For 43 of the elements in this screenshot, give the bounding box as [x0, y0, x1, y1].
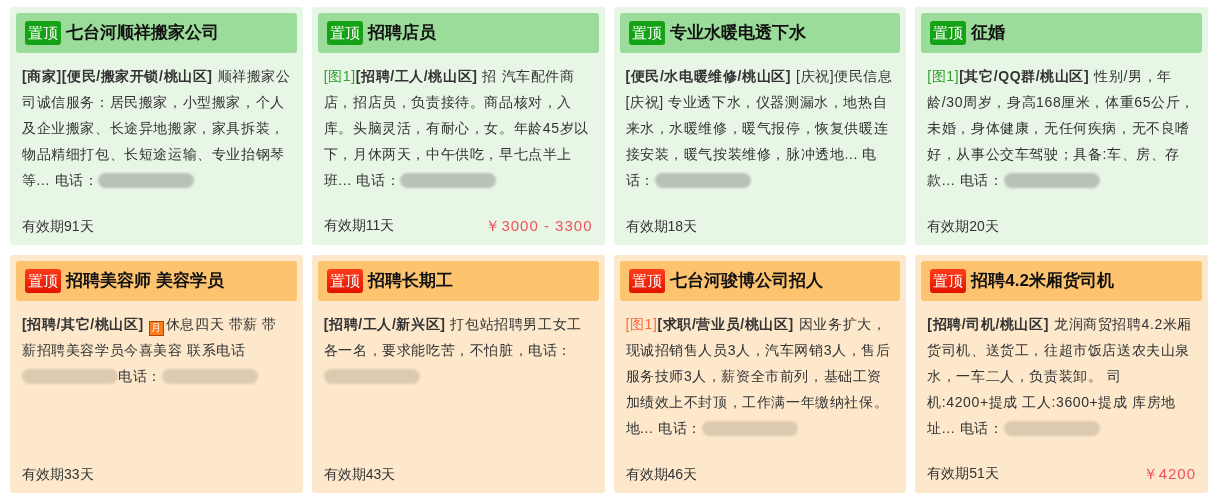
listing-description: [招聘/司机/桃山区] 龙润商贸招聘4.2米厢货司机、送货工，往超市饭店送农夫山泉水，一车二人，负责装卸。 司机:4200+提成 工人:3600+提成 库房地址... 电话：: [926, 315, 1194, 438]
listing-title[interactable]: 七台河顺祥搬家公司: [66, 20, 219, 46]
validity-text: 有效期11天: [323, 216, 395, 236]
listing-title[interactable]: 专业水暖电透下水: [669, 20, 806, 46]
listing-description: [图1][招聘/工人/桃山区] 招 汽车配件商店，招店员，负责接待。商品核对，入库。头脑灵活，有耐心，女。年龄45岁以下，月休两天，中午供吃，早七点半上班... 电话：: [322, 67, 590, 190]
salary-text: ￥4200: [1142, 463, 1196, 484]
listing-card[interactable]: 置顶 七台河骏博公司招人 [图1][求职/营业员/桃山区] 因业务扩大，现诚招销售人员3人，汽车网销3人，售后服务技师3人，薪资全市前列，基础工资加绩效上不封顶，工作满一年缴纳社保。地... 电话： 有效期46天: [613, 255, 907, 493]
pinned-badge: 置顶: [930, 269, 967, 293]
pinned-badge: 置顶: [628, 269, 665, 293]
listing-title[interactable]: 招聘美容师 美容学员: [66, 268, 224, 294]
pinned-badge: 置顶: [25, 269, 61, 293]
calendar-icon: 月: [148, 320, 164, 336]
validity-text: 有效期43天: [323, 465, 396, 484]
listing-card[interactable]: 置顶 征婚 [图1][其它/QQ群/桃山区] 性别/男，年龄/30周岁，身高168厘米，体重65公斤，未婚，身体健康，无任何疾病，无不良嗜好，从事公交车驾驶；具备:车、房、存款... 电话： 有效期20天: [915, 7, 1208, 245]
validity-text: 有效期18天: [625, 217, 698, 236]
listing-card[interactable]: 置顶 七台河顺祥搬家公司 [商家][便民/搬家开锁/桃山区] 顺祥搬家公司诚信服务：居民搬家，小型搬家，个人及企业搬家、长途异地搬家，家具拆装，物品精细打包、长短途运输、专业抬钢琴等... 电话： 有效期91天: [10, 7, 303, 245]
listing-description: [图1][其它/QQ群/桃山区] 性别/男，年龄/30周岁，身高168厘米，体重65公斤，未婚，身体健康，无任何疾病，无不良嗜好，从事公交车驾驶；具备:车、房、存款... 电话：: [926, 67, 1196, 190]
listing-description: [招聘/工人/新兴区] 打包站招聘男工女工各一名，要求能吃苦，不怕脏，电话：: [317, 301, 599, 389]
listing-title[interactable]: 招聘4.2米厢货司机: [971, 268, 1114, 294]
listing-card[interactable]: 置顶 专业水暖电透下水 [便民/水电暖维修/桃山区] [庆祝]便民信息[庆祝] 专业透下水，仪器测漏水，地热自来水，水暖维修，暖气报停，恢复供暖连接安装，暖气按装维修，脉冲透地... 电话： 有效期18天: [613, 7, 907, 245]
listing-title[interactable]: 征婚: [971, 20, 1006, 46]
listing-description: [招聘/其它/桃山区] 月 休息四天 带薪 带薪招聘美容学员今喜美容 联系电话 电话：: [21, 315, 278, 386]
salary-text: ￥3000 - 3300: [485, 215, 593, 236]
pinned-badge: 置顶: [930, 21, 967, 45]
pinned-badge: 置顶: [326, 21, 363, 45]
pinned-badge: 置顶: [25, 21, 61, 45]
validity-text: 有效期91天: [22, 217, 94, 236]
listing-card[interactable]: 置顶 招聘4.2米厢货司机 [招聘/司机/桃山区] 龙润商贸招聘4.2米厢货司机、送货工，往超市饭店送农夫山泉水，一车二人，负责装卸。 司机:4200+提成 工人:3600+提成 库房地址... 电话： 有效期51天 ￥4200: [915, 255, 1208, 493]
listing-description: [商家][便民/搬家开锁/桃山区] 顺祥搬家公司诚信服务：居民搬家，小型搬家，个人及企业搬家、长途异地搬家，家具拆装，物品精细打包、长短途运输、专业抬钢琴等... 电话：: [21, 67, 292, 190]
pinned-badge: 置顶: [326, 269, 363, 293]
listing-description: [便民/水电暖维修/桃山区] [庆祝]便民信息[庆祝] 专业透下水，仪器测漏水，地热自来水，水暖维修，暖气报停，恢复供暖连接安装，暖气按装维修，脉冲透地... 电话：: [624, 67, 894, 190]
validity-text: 有效期46天: [625, 465, 698, 484]
validity-text: 有效期51天: [927, 464, 999, 484]
listing-card[interactable]: 置顶 招聘美容师 美容学员 [招聘/其它/桃山区] 月 休息四天 带薪 带薪招聘美容学员今喜美容 联系电话 电话： 有效期33天: [10, 255, 303, 493]
pinned-badge: 置顶: [628, 21, 665, 45]
listing-card[interactable]: 置顶 招聘长期工 [招聘/工人/新兴区] 打包站招聘男工女工各一名，要求能吃苦，不怕脏，电话： 有效期43天: [311, 255, 605, 493]
listing-title[interactable]: 招聘长期工: [367, 268, 453, 294]
listing-description: [图1][求职/营业员/桃山区] 因业务扩大，现诚招销售人员3人，汽车网销3人，售后服务技师3人，薪资全市前列，基础工资加绩效上不封顶，工作满一年缴纳社保。地... 电话：: [624, 315, 892, 438]
listing-card[interactable]: 置顶 招聘店员 [图1][招聘/工人/桃山区] 招 汽车配件商店，招店员，负责接待。商品核对，入库。头脑灵活，有耐心，女。年龄45岁以下，月休两天，中午供吃，早七点半上班... 电话： 有效期11天 ￥3000 - 3300: [311, 7, 605, 245]
listing-title[interactable]: 七台河骏博公司招人: [669, 268, 823, 294]
validity-text: 有效期33天: [22, 465, 94, 484]
listing-title[interactable]: 招聘店员: [367, 20, 436, 46]
validity-text: 有效期20天: [927, 217, 999, 236]
